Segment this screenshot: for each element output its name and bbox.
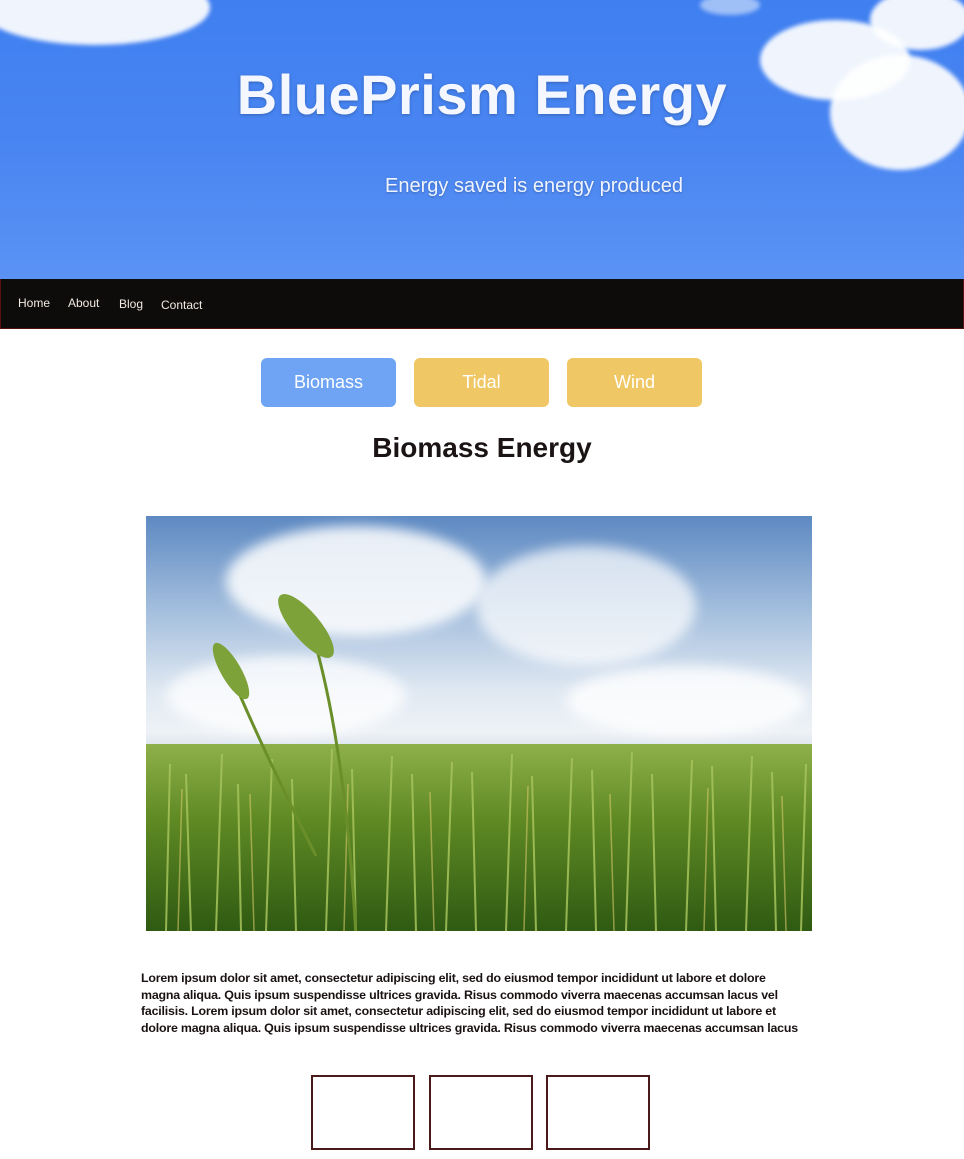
nav-home-link[interactable]: Home	[18, 296, 50, 310]
thumbnail-3[interactable]	[546, 1075, 650, 1150]
section-body-text: Lorem ipsum dolor sit amet, consectetur …	[141, 971, 798, 1035]
photo-cloud	[566, 666, 806, 736]
nav-contact-link[interactable]: Contact	[161, 298, 202, 312]
nav-blog-link[interactable]: Blog	[119, 297, 143, 311]
site-title: BluePrism Energy	[236, 63, 728, 126]
photo-cloud	[476, 546, 696, 666]
cloud-decoration	[0, 0, 210, 45]
thumbnail-1[interactable]	[311, 1075, 415, 1150]
tab-wind[interactable]: Wind	[567, 358, 702, 407]
wheat-stalk	[212, 594, 358, 931]
thumbnail-2[interactable]	[429, 1075, 533, 1150]
hero-banner: BluePrism Energy Energy saved is energy …	[0, 0, 964, 279]
tab-tidal[interactable]: Tidal	[414, 358, 549, 407]
tab-biomass[interactable]: Biomass	[261, 358, 396, 407]
section-title: Biomass Energy	[372, 432, 592, 463]
cloud-decoration	[700, 0, 760, 15]
nav-about-link[interactable]: About	[68, 296, 99, 310]
main-nav: Home About Blog Contact	[0, 279, 964, 329]
wheat-field-image	[146, 516, 812, 931]
site-tagline: Energy saved is energy produced	[385, 175, 683, 197]
